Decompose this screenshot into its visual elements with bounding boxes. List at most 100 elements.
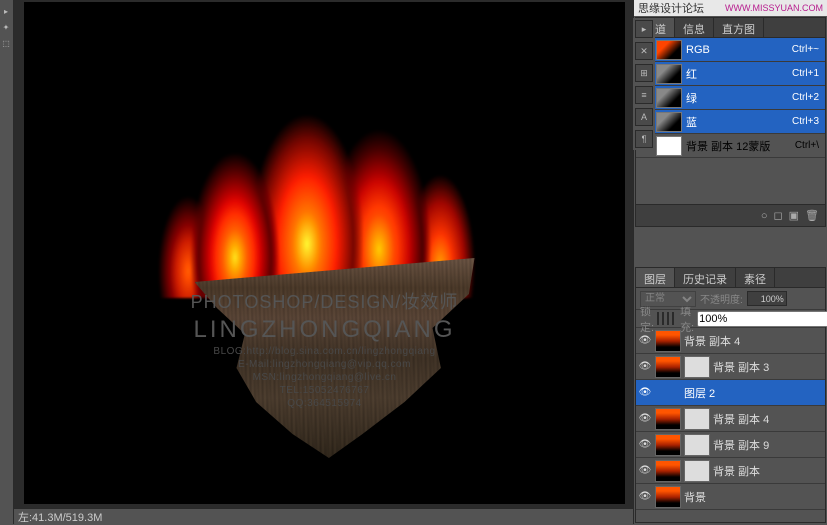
channel-shortcut: Ctrl+3 [792, 116, 823, 127]
layer-name: 背景 [684, 489, 823, 505]
channels-list: 👁RGBCtrl+~👁红Ctrl+1👁绿Ctrl+2👁蓝Ctrl+3背景 副本 … [636, 38, 825, 204]
layers-list: 👁背景 副本 4👁背景 副本 3👁图层 2👁背景 副本 4👁背景 副本 9👁背景… [636, 328, 825, 522]
layer-thumb [655, 356, 681, 378]
opacity-input[interactable] [747, 291, 787, 306]
watermark-line1: PHOTOSHOP/DESIGN/妆效师 [191, 288, 459, 314]
layer-name: 背景 副本 3 [713, 359, 823, 375]
layer-mask-thumb [684, 356, 710, 378]
layer-name: 背景 副本 9 [713, 437, 823, 453]
layer-row[interactable]: 👁 背景 副本 3 [636, 354, 825, 380]
visibility-eye-icon[interactable]: 👁 [638, 412, 652, 426]
channel-name: 绿 [686, 90, 788, 106]
layer-row[interactable]: 👁 背景 [636, 484, 825, 510]
watermark-tel: TEL:15052476767 [191, 385, 459, 396]
dock-icon[interactable]: ✕ [635, 42, 653, 60]
layer-thumb [655, 486, 681, 508]
opacity-label: 不透明度: [700, 291, 743, 306]
layers-options: 正常 不透明度: [636, 288, 825, 310]
channel-thumb [656, 136, 682, 156]
mask-icon[interactable]: ◻ [773, 209, 782, 222]
lock-transparent-icon[interactable] [657, 312, 659, 325]
layer-mask-thumb [684, 460, 710, 482]
channel-thumb [656, 64, 682, 84]
channel-shortcut: Ctrl+2 [792, 92, 823, 103]
tab-paths[interactable]: 素径 [736, 268, 775, 287]
visibility-eye-icon[interactable]: 👁 [638, 438, 652, 452]
channel-shortcut: Ctrl+\ [795, 140, 823, 151]
dock-icon[interactable]: ¶ [635, 130, 653, 148]
channel-name: RGB [686, 44, 788, 56]
channel-name: 蓝 [686, 114, 788, 130]
layer-thumb [655, 460, 681, 482]
visibility-eye-icon[interactable]: 👁 [638, 360, 652, 374]
site-url: WWW.MISSYUAN.COM [725, 3, 823, 13]
artwork: PHOTOSHOP/DESIGN/妆效师 LINGZHONGQIANG BLOG… [115, 28, 535, 458]
memory-status: 左:41.3M/519.3M [18, 509, 102, 525]
channel-row[interactable]: 👁红Ctrl+1 [636, 62, 825, 86]
watermark-line2: LINGZHONGQIANG [191, 316, 459, 344]
layer-thumb [655, 434, 681, 456]
layers-panel: 图层 历史记录 素径 正常 不透明度: 锁定: 填充: 👁背景 副本 4👁背景 … [635, 267, 826, 523]
watermark-text: PHOTOSHOP/DESIGN/妆效师 LINGZHONGQIANG BLOG… [191, 288, 459, 409]
channel-shortcut: Ctrl+1 [792, 68, 823, 79]
layer-row[interactable]: 👁 背景 副本 [636, 458, 825, 484]
dock-icon[interactable]: ▸ [635, 20, 653, 38]
channel-shortcut: Ctrl+~ [792, 44, 823, 55]
lock-pixels-icon[interactable] [662, 312, 664, 325]
tool-button[interactable]: ▸ [0, 4, 12, 18]
channel-name: 背景 副本 12蒙版 [686, 138, 791, 154]
channel-row[interactable]: 背景 副本 12蒙版 Ctrl+\ [636, 134, 825, 158]
site-name: 思缘设计论坛 [638, 0, 704, 16]
right-panels: 思缘设计论坛 WWW.MISSYUAN.COM 通道 信息 直方图 👁RGBCt… [633, 0, 827, 524]
watermark-msn: MSN:lingzhongqiang@live.cn [191, 372, 459, 383]
dock-icon[interactable]: A [635, 108, 653, 126]
visibility-eye-icon[interactable]: 👁 [638, 490, 652, 504]
canvas-viewport[interactable]: PHOTOSHOP/DESIGN/妆效师 LINGZHONGQIANG BLOG… [14, 0, 633, 508]
dock-icon[interactable]: ≡ [635, 86, 653, 104]
lock-position-icon[interactable] [667, 312, 669, 325]
layer-row[interactable]: 👁 背景 副本 4 [636, 406, 825, 432]
tool-button[interactable]: ✦ [0, 20, 12, 34]
channel-row[interactable]: 👁蓝Ctrl+3 [636, 110, 825, 134]
visibility-eye-icon[interactable]: 👁 [638, 386, 652, 400]
layer-mask-thumb [684, 408, 710, 430]
fill-input[interactable] [697, 311, 827, 327]
document-canvas[interactable]: PHOTOSHOP/DESIGN/妆效师 LINGZHONGQIANG BLOG… [24, 2, 625, 504]
left-toolbar: ▸ ✦ ⬚ [0, 0, 14, 524]
layer-name: 图层 2 [684, 385, 823, 401]
channel-thumb [656, 88, 682, 108]
dock-icon[interactable]: ⊞ [635, 64, 653, 82]
tool-button[interactable]: ⬚ [0, 36, 12, 50]
watermark-blog: BLOG:http://blog.sina.com.cn/lingzhongqi… [191, 346, 459, 357]
channel-row[interactable]: 👁RGBCtrl+~ [636, 38, 825, 62]
layer-thumb [655, 330, 681, 352]
status-bar: 左:41.3M/519.3M [14, 508, 633, 524]
layer-row[interactable]: 👁 背景 副本 9 [636, 432, 825, 458]
channel-thumb [656, 112, 682, 132]
layer-row[interactable]: 👁背景 副本 4 [636, 328, 825, 354]
channels-panel-footer: ○ ◻ ▣ 🗑 [636, 204, 825, 226]
trash-icon[interactable]: 🗑 [805, 209, 819, 222]
fire-image [145, 28, 505, 298]
layer-name: 背景 副本 4 [713, 411, 823, 427]
channel-thumb [656, 40, 682, 60]
create-icon[interactable]: ▣ [789, 209, 799, 222]
channel-row[interactable]: 👁绿Ctrl+2 [636, 86, 825, 110]
new-channel-icon[interactable]: ○ [761, 210, 768, 222]
layer-name: 背景 副本 [713, 463, 823, 479]
layer-thumb [655, 408, 681, 430]
tab-history[interactable]: 历史记录 [675, 268, 736, 287]
tab-layers[interactable]: 图层 [636, 268, 675, 287]
canvas-area: PHOTOSHOP/DESIGN/妆效师 LINGZHONGQIANG BLOG… [14, 0, 633, 524]
tab-histogram[interactable]: 直方图 [714, 18, 764, 37]
blend-mode-select[interactable]: 正常 [640, 291, 696, 307]
lock-all-icon[interactable] [672, 312, 674, 325]
channel-name: 红 [686, 66, 788, 82]
visibility-eye-icon[interactable]: 👁 [638, 464, 652, 478]
layer-row[interactable]: 👁 图层 2 [636, 380, 825, 406]
site-banner: 思缘设计论坛 WWW.MISSYUAN.COM [634, 0, 827, 16]
mid-dock: ▸ ✕ ⊞ ≡ A ¶ [633, 18, 655, 150]
watermark-email: E-Mail:lingzhongqiang@vip.qq.com [191, 359, 459, 370]
tab-info[interactable]: 信息 [675, 18, 714, 37]
visibility-eye-icon[interactable]: 👁 [638, 334, 652, 348]
